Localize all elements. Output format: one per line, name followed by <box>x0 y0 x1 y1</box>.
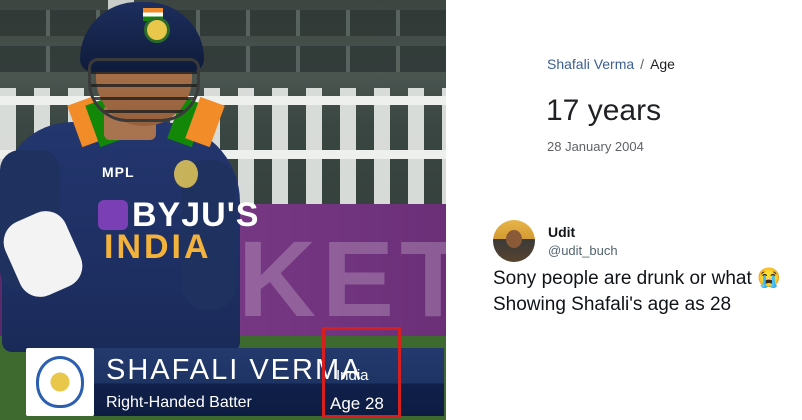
breadcrumb-separator: / <box>640 56 645 72</box>
stadium-seats-row <box>0 46 446 72</box>
date-of-birth: 28 January 2004 <box>547 139 644 154</box>
bcci-crest-icon <box>36 356 84 408</box>
jersey-team-name: INDIA <box>104 228 212 266</box>
breadcrumb-link-person[interactable]: Shafali Verma <box>547 56 634 72</box>
jersey-sponsor-mpl: MPL <box>102 164 135 180</box>
advertising-board-text: KET <box>238 218 446 339</box>
avatar-face <box>506 230 522 248</box>
tweet-text: Sony people are drunk or what 😭 Showing … <box>493 268 781 315</box>
breadcrumb: Shafali Verma / Age <box>547 56 675 72</box>
red-highlight-box <box>322 327 401 418</box>
broadcast-photo: KET MPL BYJU'S INDIA SHAFALI VERMA Right… <box>0 0 446 420</box>
fence-rail <box>0 96 446 105</box>
helmet-grille <box>88 58 200 122</box>
jersey-crest-icon <box>174 160 198 188</box>
byjus-logo-icon <box>98 200 128 230</box>
scoreboard-player-role: Right-Handed Batter <box>106 394 252 411</box>
tweet-display-name[interactable]: Udit <box>548 224 575 240</box>
tweet-handle[interactable]: @udit_buch <box>548 243 618 258</box>
avatar[interactable] <box>493 220 535 262</box>
helmet-emblem-icon <box>144 17 170 43</box>
stadium-seats-row <box>0 10 446 36</box>
breadcrumb-current: Age <box>650 56 675 72</box>
age-answer: 17 years <box>546 94 662 127</box>
